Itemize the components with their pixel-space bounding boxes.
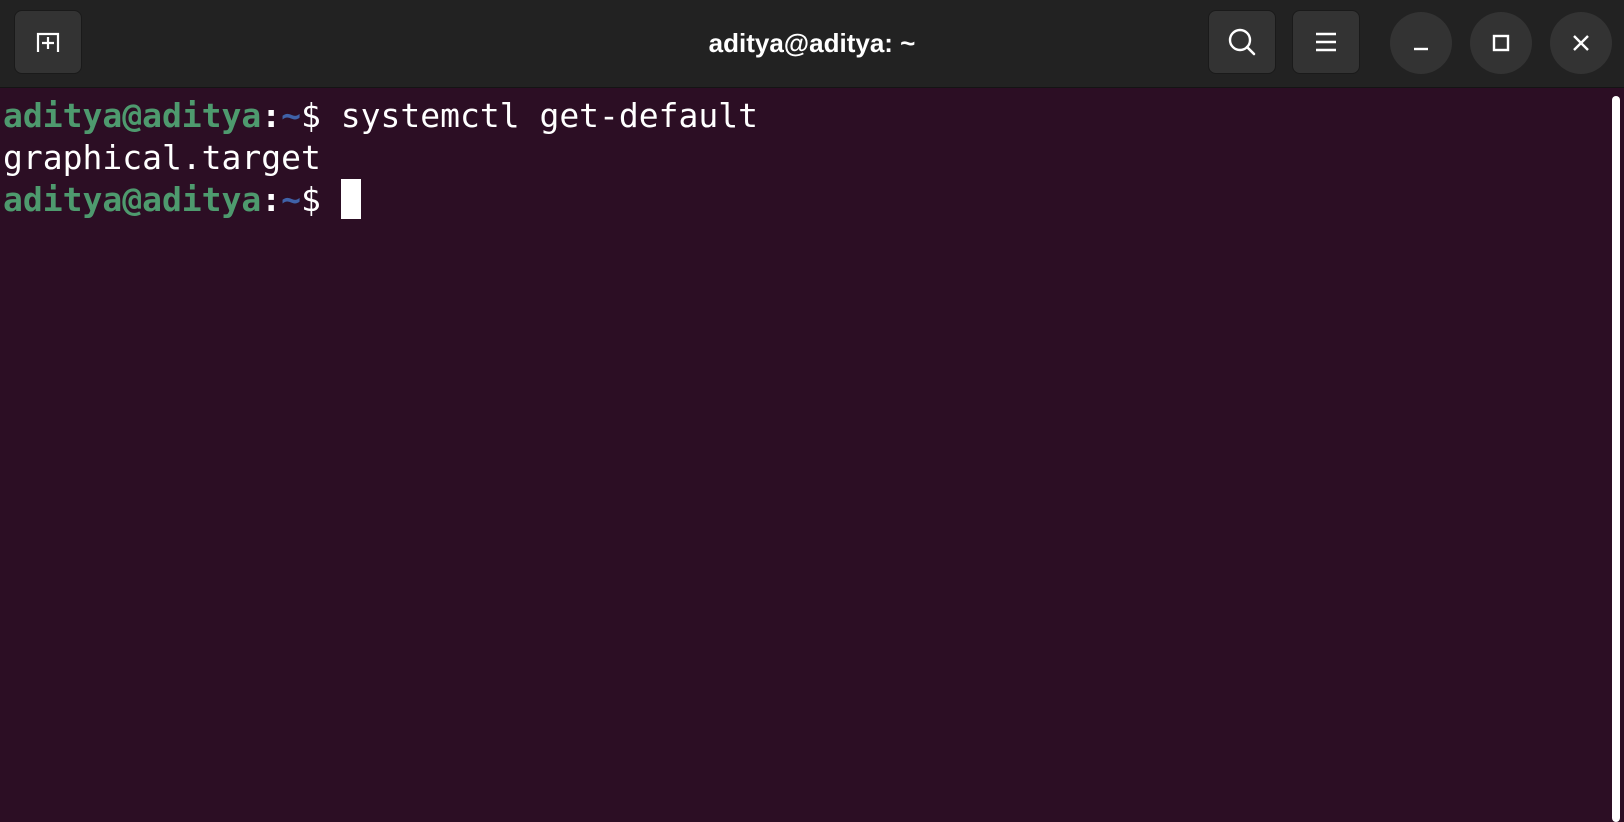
prompt-user-host: aditya@aditya xyxy=(3,180,262,219)
prompt-colon: : xyxy=(261,180,282,219)
search-button[interactable] xyxy=(1208,10,1276,74)
maximize-button[interactable] xyxy=(1470,12,1532,74)
terminal-line-output: graphical.target xyxy=(3,137,1610,179)
window-title: aditya@aditya: ~ xyxy=(708,27,916,58)
vertical-scrollbar[interactable] xyxy=(1610,96,1622,822)
terminal-line-command: aditya@aditya:~$ systemctl get-default xyxy=(3,95,1610,137)
output-text: graphical.target xyxy=(3,138,321,177)
prompt-user-host: aditya@aditya xyxy=(3,96,262,135)
new-tab-button[interactable] xyxy=(14,10,82,74)
hamburger-menu-icon xyxy=(1316,32,1336,52)
scrollbar-thumb[interactable] xyxy=(1612,96,1620,822)
maximize-icon xyxy=(1492,34,1510,52)
close-icon xyxy=(1573,35,1589,51)
text-cursor xyxy=(340,179,361,219)
title-bar[interactable]: aditya@aditya: ~ xyxy=(0,0,1624,88)
terminal-line-prompt: aditya@aditya:~$ xyxy=(3,179,1610,221)
prompt-symbol: $ xyxy=(301,96,321,135)
new-tab-icon xyxy=(36,32,60,52)
close-button[interactable] xyxy=(1550,12,1612,74)
search-icon xyxy=(1228,28,1256,56)
minimize-button[interactable] xyxy=(1390,12,1452,74)
prompt-colon: : xyxy=(261,96,282,135)
terminal-window: aditya@aditya: ~ aditya@aditya:~$ system… xyxy=(0,0,1624,822)
prompt-path: ~ xyxy=(281,180,302,219)
menu-button[interactable] xyxy=(1292,10,1360,74)
prompt-symbol: $ xyxy=(301,180,321,219)
command-input[interactable] xyxy=(321,180,341,219)
terminal-output[interactable]: aditya@aditya:~$ systemctl get-default g… xyxy=(0,88,1610,822)
minimize-icon xyxy=(1414,47,1428,51)
prompt-path: ~ xyxy=(281,96,302,135)
command-text: systemctl get-default xyxy=(320,96,758,135)
